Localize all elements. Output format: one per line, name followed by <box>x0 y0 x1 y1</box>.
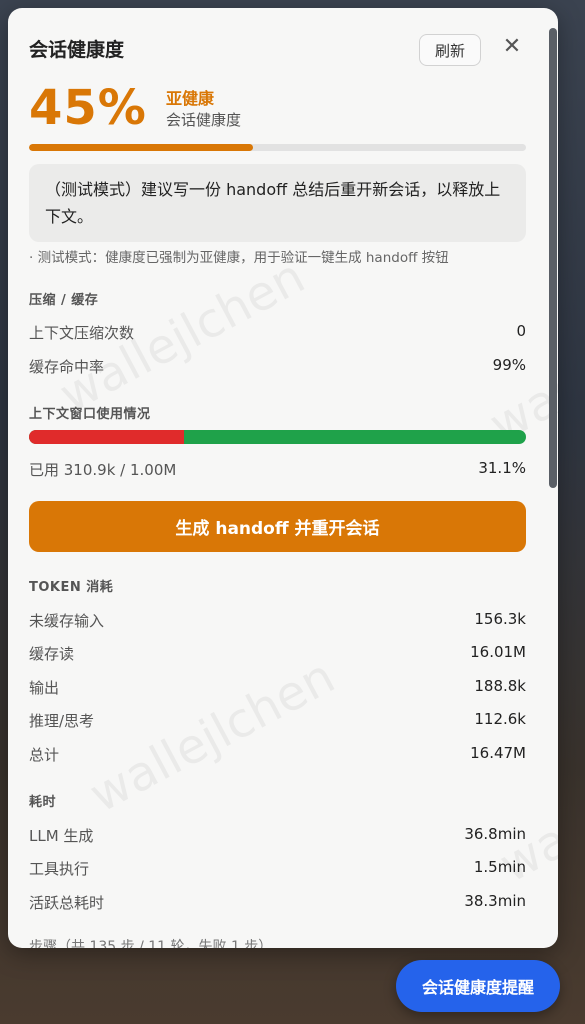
stat-row: 缓存读 16.01M <box>29 643 526 667</box>
stat-value: 1.5min <box>473 858 526 876</box>
stat-value: 16.47M <box>470 744 526 762</box>
stat-row: 推理/思考 112.6k <box>29 710 526 734</box>
stat-label: 缓存读 <box>29 645 75 663</box>
stat-value: 38.3min <box>464 892 526 910</box>
test-mode-note: · 测试模式：健康度已强制为亚健康，用于验证一键生成 handoff 按钮 <box>29 250 449 266</box>
panel-title: 会话健康度 <box>29 39 125 61</box>
panel-scrollbar[interactable] <box>549 28 557 488</box>
advice-box: （测试模式）建议写一份 handoff 总结后重开新会话，以释放上下文。 <box>29 164 526 242</box>
stat-row: 上下文压缩次数 0 <box>29 322 526 346</box>
health-status: 亚健康 <box>166 89 215 108</box>
health-progress-bar <box>29 144 526 151</box>
compression-section-title: 压缩 / 缓存 <box>29 293 99 308</box>
steps-section-title: 步骤（共 135 步 / 11 轮，失败 1 步） <box>29 939 273 948</box>
context-used-fill <box>29 430 184 444</box>
stat-value: 16.01M <box>470 643 526 661</box>
stat-label: 活跃总耗时 <box>29 894 105 912</box>
stat-value: 188.8k <box>474 677 526 695</box>
context-section-title: 上下文窗口使用情况 <box>29 407 151 422</box>
health-percent: 45% <box>29 80 147 136</box>
stat-label: 缓存命中率 <box>29 358 105 376</box>
stat-label: 输出 <box>29 679 60 697</box>
refresh-button[interactable]: 刷新 <box>419 34 481 66</box>
stat-row: 总计 16.47M <box>29 744 526 768</box>
stat-label: 未缓存输入 <box>29 612 105 630</box>
timing-section-title: 耗时 <box>29 795 57 810</box>
stat-row: 未缓存输入 156.3k <box>29 610 526 634</box>
session-health-panel: wallejlchen wallejlchen wallejlchen wall… <box>8 8 558 948</box>
context-used-percent: 31.1% <box>478 459 526 477</box>
health-status-caption: 会话健康度 <box>166 111 242 129</box>
health-reminder-button[interactable]: 会话健康度提醒 <box>396 960 560 1012</box>
context-usage-row: 已用 310.9k / 1.00M 31.1% <box>29 459 526 483</box>
watermark: wallejlchen <box>80 648 344 824</box>
stat-row: LLM 生成 36.8min <box>29 825 526 849</box>
stat-label: 工具执行 <box>29 860 90 878</box>
stat-row: 工具执行 1.5min <box>29 858 526 882</box>
stat-value: 112.6k <box>474 710 526 728</box>
stat-value: 156.3k <box>474 610 526 628</box>
stat-row: 缓存命中率 99% <box>29 356 526 380</box>
stat-label: 上下文压缩次数 <box>29 324 135 342</box>
generate-handoff-button[interactable]: 生成 handoff 并重开会话 <box>29 501 526 552</box>
token-section-title: TOKEN 消耗 <box>29 580 114 595</box>
stat-value: 0 <box>516 322 526 340</box>
stat-row: 输出 188.8k <box>29 677 526 701</box>
stat-label: 推理/思考 <box>29 712 95 730</box>
stat-row: 活跃总耗时 38.3min <box>29 892 526 916</box>
stat-label: 总计 <box>29 746 60 764</box>
context-usage-bar <box>29 430 526 444</box>
stat-value: 99% <box>492 356 526 374</box>
health-progress-fill <box>29 144 253 151</box>
context-used-text: 已用 310.9k / 1.00M <box>29 461 177 479</box>
stat-label: LLM 生成 <box>29 827 94 845</box>
stat-value: 36.8min <box>464 825 526 843</box>
close-icon[interactable]: ✕ <box>501 34 523 60</box>
